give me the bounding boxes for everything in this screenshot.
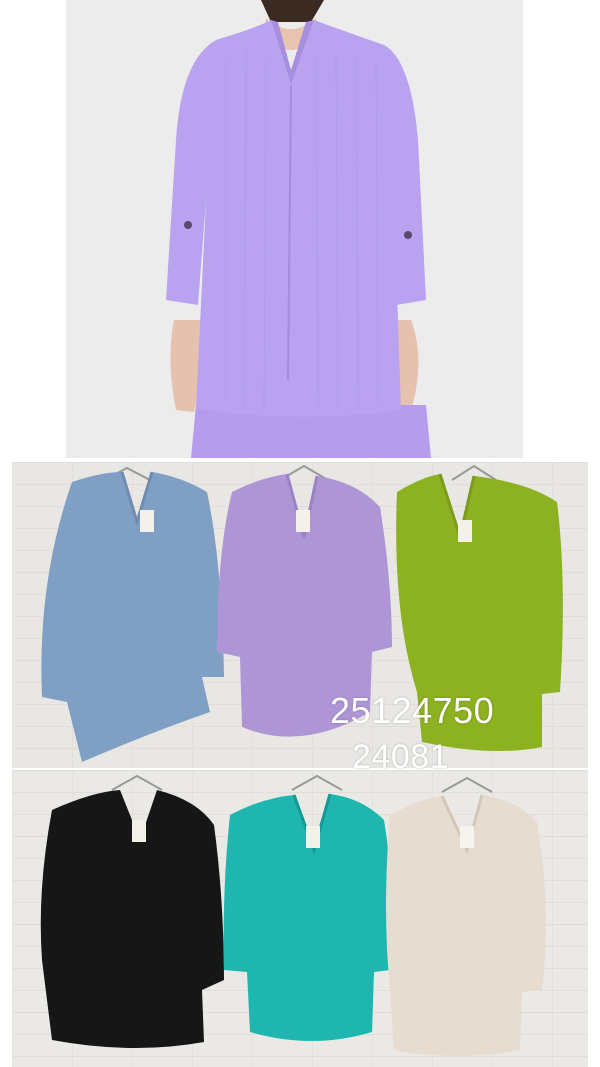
price-tag (458, 520, 472, 542)
price-tag (306, 826, 320, 848)
right-sleeve-button (404, 231, 412, 239)
price-tag (140, 510, 154, 532)
rack-top-illustration (41, 464, 563, 762)
hero-photo: 2 (66, 0, 523, 458)
blouse-hero (166, 20, 426, 418)
hair (261, 0, 324, 22)
price-tag (296, 510, 310, 532)
hangers-bottom (111, 774, 493, 793)
blouse-blue (41, 472, 224, 762)
rack-photo-bottom (12, 770, 588, 1067)
product-ref-code: 24081 (352, 738, 450, 776)
price-tag (460, 826, 474, 848)
rack-photo-top (12, 462, 588, 768)
rack-bottom-illustration (40, 774, 546, 1056)
left-sleeve-button (184, 221, 192, 229)
product-model-code: 25124750 (330, 690, 495, 731)
model-illustration (166, 0, 431, 458)
price-tag (132, 820, 146, 842)
